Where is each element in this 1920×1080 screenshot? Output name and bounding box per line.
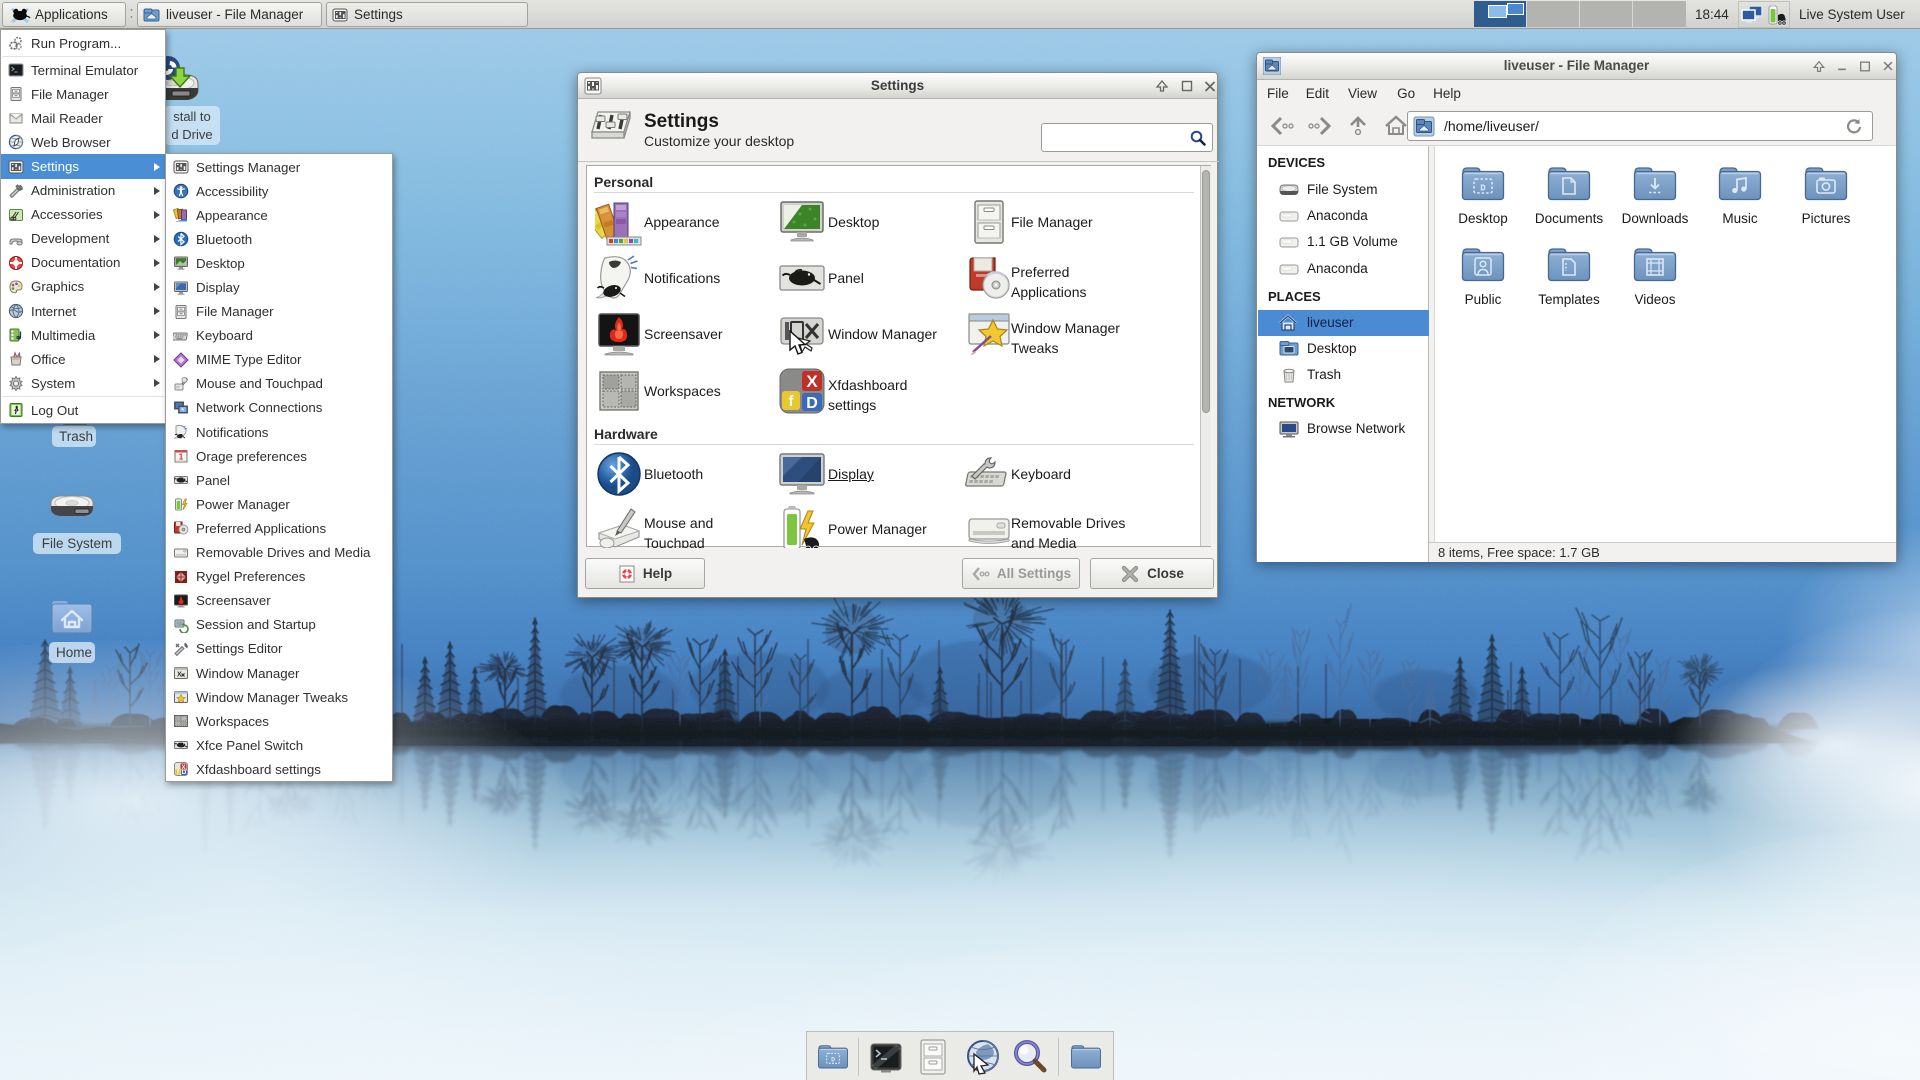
svg-text:X: X xyxy=(806,372,818,391)
svg-text:X: X xyxy=(177,672,182,679)
svg-text:D: D xyxy=(806,395,818,412)
svg-text:1: 1 xyxy=(179,453,184,462)
svg-text:D: D xyxy=(831,1057,835,1064)
svg-text:D: D xyxy=(1480,184,1486,194)
svg-text:D: D xyxy=(182,770,187,777)
